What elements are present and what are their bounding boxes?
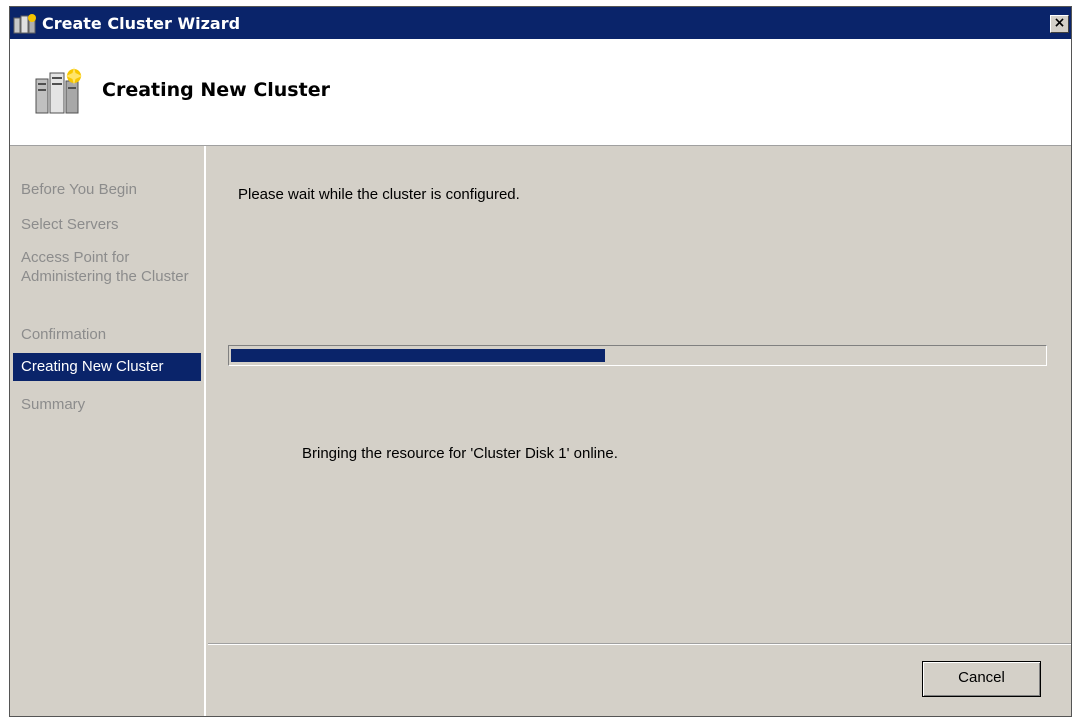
close-icon: × <box>1053 15 1066 31</box>
step-confirmation[interactable]: Confirmation <box>13 325 201 344</box>
cluster-servers-icon <box>35 67 82 114</box>
step-before-you-begin[interactable]: Before You Begin <box>13 180 201 199</box>
cluster-wizard-icon <box>13 14 36 34</box>
step-summary[interactable]: Summary <box>13 395 201 414</box>
footer-divider <box>208 643 1071 645</box>
cancel-button[interactable]: Cancel <box>922 661 1041 697</box>
progress-bar <box>228 345 1047 366</box>
step-access-point[interactable]: Access Point for Administering the Clust… <box>13 248 201 286</box>
wizard-header: Creating New Cluster <box>10 39 1071 146</box>
wizard-window: Create Cluster Wizard × Creating New Clu… <box>9 6 1072 717</box>
main-panel: Please wait while the cluster is configu… <box>208 146 1071 716</box>
page-title: Creating New Cluster <box>102 79 330 101</box>
step-creating-new-cluster[interactable]: Creating New Cluster <box>13 353 201 381</box>
step-select-servers[interactable]: Select Servers <box>13 215 201 234</box>
title-bar[interactable]: Create Cluster Wizard × <box>10 7 1071 39</box>
close-button[interactable]: × <box>1050 15 1069 33</box>
wizard-steps: Before You Begin Select Servers Access P… <box>10 146 206 716</box>
wait-message: Please wait while the cluster is configu… <box>238 186 520 203</box>
status-message: Bringing the resource for 'Cluster Disk … <box>302 445 618 462</box>
window-title: Create Cluster Wizard <box>42 14 241 33</box>
progress-fill <box>231 349 605 362</box>
